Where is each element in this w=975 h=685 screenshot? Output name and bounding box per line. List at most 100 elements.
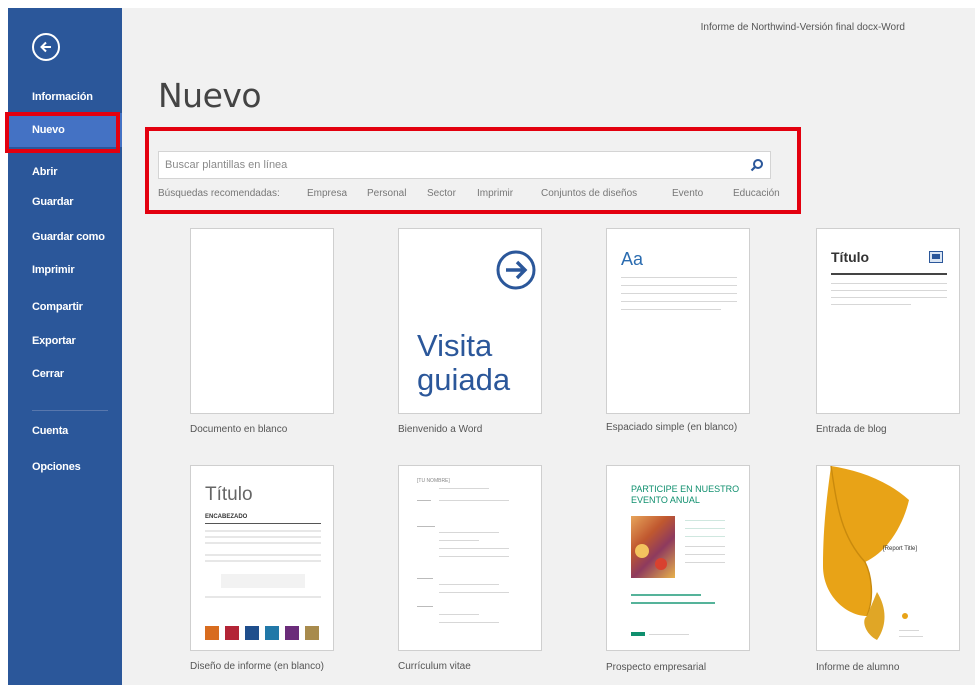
nav-divider (32, 410, 108, 411)
window-title: Informe de Northwind-Versión final docx-… (700, 22, 905, 33)
section-label (417, 606, 433, 607)
template-thumbnail: Título ENCABEZADO (190, 465, 334, 651)
color-swatch (285, 626, 299, 640)
welcome-heading-line1: Visita (417, 328, 493, 363)
arrow-right-circle-icon (496, 250, 536, 290)
template-thumbnail: Visita guiada (398, 228, 542, 414)
aa-heading: Aa (621, 249, 644, 269)
text-line (831, 297, 947, 298)
text-line (439, 548, 509, 549)
nav-exportar[interactable]: Exportar (8, 324, 122, 358)
nav-informacion[interactable]: Información (8, 80, 122, 114)
text-line (899, 630, 919, 631)
template-thumbnail: [TU NOMBRE] (398, 465, 542, 651)
text-line (685, 520, 725, 521)
nav-compartir[interactable]: Compartir (8, 290, 122, 324)
section-label (417, 526, 435, 527)
template-thumbnail (190, 228, 334, 414)
text-line (205, 536, 321, 538)
flyer-heading-line2: EVENTO ANUAL (631, 495, 700, 505)
back-button[interactable] (32, 33, 60, 61)
text-line (439, 614, 479, 615)
flower-shape (635, 544, 649, 558)
report-subheading: ENCABEZADO (205, 514, 248, 520)
arrow-left-circle-icon (40, 41, 51, 53)
text-line (439, 622, 499, 623)
text-line (685, 546, 725, 547)
flyer-logo (631, 632, 645, 636)
report-heading: Título (205, 484, 253, 505)
text-line (439, 584, 499, 585)
welcome-heading-line2: guiada (417, 362, 511, 397)
text-line (205, 530, 321, 532)
nav-imprimir[interactable]: Imprimir (8, 253, 122, 287)
template-label: Prospecto empresarial (606, 662, 707, 673)
text-line (831, 283, 947, 284)
template-label: Currículum vitae (398, 661, 471, 672)
flower-shape (655, 558, 667, 570)
flyer-heading-line1: PARTICIPE EN NUESTRO (631, 484, 740, 494)
text-line (621, 301, 737, 302)
text-line (649, 634, 689, 635)
section-label (417, 578, 433, 579)
backstage-sidebar: Información Nuevo Abrir Guardar Guardar … (8, 8, 122, 685)
template-label: Diseño de informe (en blanco) (190, 661, 324, 672)
text-line (439, 488, 489, 489)
cv-name-heading: [TU NOMBRE] (417, 478, 450, 484)
template-thumbnail: PARTICIPE EN NUESTRO EVENTO ANUAL (606, 465, 750, 651)
text-line (205, 560, 321, 562)
text-line (439, 592, 509, 593)
callout-box (221, 574, 305, 588)
template-label: Bienvenido a Word (398, 424, 483, 435)
text-line (631, 594, 701, 596)
text-line (439, 540, 479, 541)
text-line (439, 500, 509, 501)
color-swatch (205, 626, 219, 640)
highlight-box-nuevo (5, 112, 120, 153)
highlight-box-search (145, 127, 801, 214)
color-swatch (225, 626, 239, 640)
template-thumbnail: Aa (606, 228, 750, 414)
image-icon (929, 251, 943, 263)
text-line (831, 290, 947, 291)
nav-cerrar[interactable]: Cerrar (8, 357, 122, 391)
color-swatch (305, 626, 319, 640)
text-line (621, 285, 737, 286)
text-line (205, 596, 321, 598)
window-frame (0, 0, 975, 8)
title-rule (831, 273, 947, 275)
page-title: Nuevo (158, 76, 262, 115)
nav-guardar-como[interactable]: Guardar como (8, 220, 122, 254)
text-line (621, 293, 737, 294)
text-line (685, 528, 725, 529)
nav-opciones[interactable]: Opciones (8, 450, 122, 484)
student-report-heading: [Report Title] (883, 546, 918, 552)
text-line (205, 542, 321, 544)
text-line (685, 554, 725, 555)
nav-guardar[interactable]: Guardar (8, 185, 122, 219)
template-thumbnail: [Report Title] (816, 465, 960, 651)
text-line (831, 304, 911, 305)
text-line (899, 636, 923, 637)
template-label: Informe de alumno (816, 662, 900, 673)
template-label: Espaciado simple (en blanco) (606, 422, 738, 433)
text-line (439, 532, 499, 533)
text-line (439, 556, 509, 557)
heading-rule (205, 523, 321, 524)
butterfly-illustration (823, 466, 909, 640)
text-line (621, 309, 721, 310)
nav-cuenta[interactable]: Cuenta (8, 414, 122, 448)
backstage-main: Informe de Northwind-Versión final docx-… (122, 8, 975, 685)
template-label: Documento en blanco (190, 424, 288, 435)
blog-heading: Título (831, 249, 870, 265)
template-thumbnail: Título (816, 228, 960, 414)
text-line (621, 277, 737, 278)
text-line (205, 554, 321, 556)
text-line (685, 562, 725, 563)
text-line (631, 602, 715, 604)
text-line (685, 536, 725, 537)
color-swatch (265, 626, 279, 640)
template-label: Entrada de blog (816, 424, 887, 435)
color-swatch (245, 626, 259, 640)
nav-abrir[interactable]: Abrir (8, 155, 122, 189)
